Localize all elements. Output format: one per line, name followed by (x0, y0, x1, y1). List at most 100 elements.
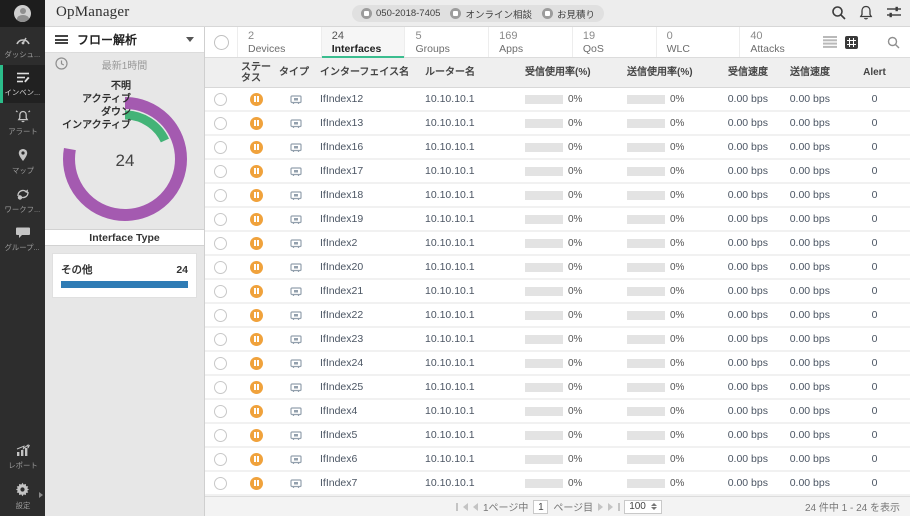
status-warning-icon[interactable] (250, 213, 263, 226)
interface-name-link[interactable]: IfIndex18 (315, 189, 420, 201)
row-select-radio[interactable] (214, 93, 227, 106)
row-select-radio[interactable] (214, 453, 227, 466)
row-select-radio[interactable] (214, 141, 227, 154)
sidebar-item-inventory[interactable]: インベン... (0, 65, 45, 103)
router-name[interactable]: 10.10.10.1 (420, 117, 520, 129)
status-warning-icon[interactable] (250, 453, 263, 466)
router-name[interactable]: 10.10.10.1 (420, 453, 520, 465)
interface-name-link[interactable]: IfIndex16 (315, 141, 420, 153)
tab-wlc[interactable]: 0 WLC (656, 27, 740, 57)
column-header-alert[interactable]: Alert (844, 67, 905, 78)
interface-name-link[interactable]: IfIndex20 (315, 261, 420, 273)
legend-down[interactable]: ダウン (55, 107, 131, 119)
interface-name-link[interactable]: IfIndex23 (315, 333, 420, 345)
router-name[interactable]: 10.10.10.1 (420, 261, 520, 273)
status-warning-icon[interactable] (250, 309, 263, 322)
router-name[interactable]: 10.10.10.1 (420, 405, 520, 417)
interface-name-link[interactable]: IfIndex17 (315, 165, 420, 177)
router-name[interactable]: 10.10.10.1 (420, 429, 520, 441)
interface-name-link[interactable]: IfIndex25 (315, 381, 420, 393)
tab-interfaces[interactable]: 24 Interfaces (321, 27, 405, 57)
status-warning-icon[interactable] (250, 189, 263, 202)
status-warning-icon[interactable] (250, 93, 263, 106)
row-select-radio[interactable] (214, 429, 227, 442)
grid-view-icon[interactable] (845, 36, 858, 49)
router-name[interactable]: 10.10.10.1 (420, 165, 520, 177)
tab-attacks[interactable]: 40 Attacks (739, 27, 823, 57)
interface-name-link[interactable]: IfIndex4 (315, 405, 420, 417)
row-select-radio[interactable] (214, 333, 227, 346)
prev-page-icon[interactable] (473, 503, 478, 511)
sidebar-item-workflow[interactable]: ワークフ... (0, 181, 45, 220)
row-select-radio[interactable] (214, 237, 227, 250)
router-name[interactable]: 10.10.10.1 (420, 141, 520, 153)
status-warning-icon[interactable] (250, 405, 263, 418)
last-page-icon[interactable] (608, 503, 613, 511)
status-warning-icon[interactable] (250, 357, 263, 370)
status-warning-icon[interactable] (250, 285, 263, 298)
status-warning-icon[interactable] (250, 261, 263, 274)
table-search-icon[interactable] (887, 36, 900, 49)
status-warning-icon[interactable] (250, 333, 263, 346)
column-header-status[interactable]: ステータス (235, 62, 277, 84)
status-warning-icon[interactable] (250, 381, 263, 394)
router-name[interactable]: 10.10.10.1 (420, 237, 520, 249)
interface-name-link[interactable]: IfIndex24 (315, 357, 420, 369)
column-header-tx-speed[interactable]: 送信速度 (782, 67, 844, 78)
router-name[interactable]: 10.10.10.1 (420, 477, 520, 489)
interface-name-link[interactable]: IfIndex6 (315, 453, 420, 465)
phone-contact[interactable]: 050-2018-7405 (361, 8, 440, 19)
next-page-icon[interactable] (598, 503, 603, 511)
row-select-radio[interactable] (214, 261, 227, 274)
column-header-router-name[interactable]: ルーター名 (420, 67, 520, 78)
notification-bell-icon[interactable] (859, 5, 873, 20)
interface-name-link[interactable]: IfIndex12 (315, 93, 420, 105)
legend-active[interactable]: アクティブ (55, 94, 131, 106)
interface-name-link[interactable]: IfIndex5 (315, 429, 420, 441)
status-warning-icon[interactable] (250, 477, 263, 490)
interface-name-link[interactable]: IfIndex22 (315, 309, 420, 321)
row-select-radio[interactable] (214, 357, 227, 370)
interface-name-link[interactable]: IfIndex19 (315, 213, 420, 225)
row-select-radio[interactable] (214, 285, 227, 298)
quote-link[interactable]: お見積り (542, 7, 595, 21)
row-select-radio[interactable] (214, 117, 227, 130)
row-select-radio[interactable] (214, 381, 227, 394)
list-view-icon[interactable] (823, 36, 837, 48)
page-size-select[interactable]: 100 (624, 500, 662, 514)
interface-type-bar[interactable] (61, 281, 188, 288)
row-select-radio[interactable] (214, 165, 227, 178)
interface-name-link[interactable]: IfIndex21 (315, 285, 420, 297)
interface-name-link[interactable]: IfIndex13 (315, 117, 420, 129)
status-warning-icon[interactable] (250, 165, 263, 178)
column-header-rx-speed[interactable]: 受信速度 (720, 67, 782, 78)
sidebar-item-alerts[interactable]: アラート (0, 103, 45, 142)
column-header-type[interactable]: タイプ (277, 67, 315, 78)
router-name[interactable]: 10.10.10.1 (420, 285, 520, 297)
search-icon[interactable] (831, 5, 846, 20)
row-select-radio[interactable] (214, 309, 227, 322)
sidebar-item-reports[interactable]: レポート (0, 438, 45, 476)
status-warning-icon[interactable] (250, 429, 263, 442)
user-avatar[interactable] (14, 5, 31, 22)
status-warning-icon[interactable] (250, 141, 263, 154)
sidebar-item-dashboard[interactable]: ダッシュ... (0, 27, 45, 65)
tab-qos[interactable]: 19 QoS (572, 27, 656, 57)
tab-devices[interactable]: 2 Devices (237, 27, 321, 57)
tab-apps[interactable]: 169 Apps (488, 27, 572, 57)
column-header-interface-name[interactable]: インターフェイス名 (315, 67, 420, 78)
flow-panel-header[interactable]: フロー解析 (45, 27, 204, 53)
legend-unknown[interactable]: 不明 (55, 81, 131, 93)
router-name[interactable]: 10.10.10.1 (420, 189, 520, 201)
settings-sliders-icon[interactable] (886, 5, 902, 20)
hamburger-menu-icon[interactable] (55, 35, 68, 44)
row-select-radio[interactable] (214, 189, 227, 202)
column-header-tx-util[interactable]: 送信使用率(%) (620, 67, 720, 78)
router-name[interactable]: 10.10.10.1 (420, 309, 520, 321)
row-select-radio[interactable] (214, 477, 227, 490)
heatmap-view-icon[interactable] (866, 36, 879, 49)
sidebar-item-maps[interactable]: マップ (0, 142, 45, 181)
router-name[interactable]: 10.10.10.1 (420, 381, 520, 393)
router-name[interactable]: 10.10.10.1 (420, 213, 520, 225)
page-number-input[interactable]: 1 (533, 500, 548, 514)
